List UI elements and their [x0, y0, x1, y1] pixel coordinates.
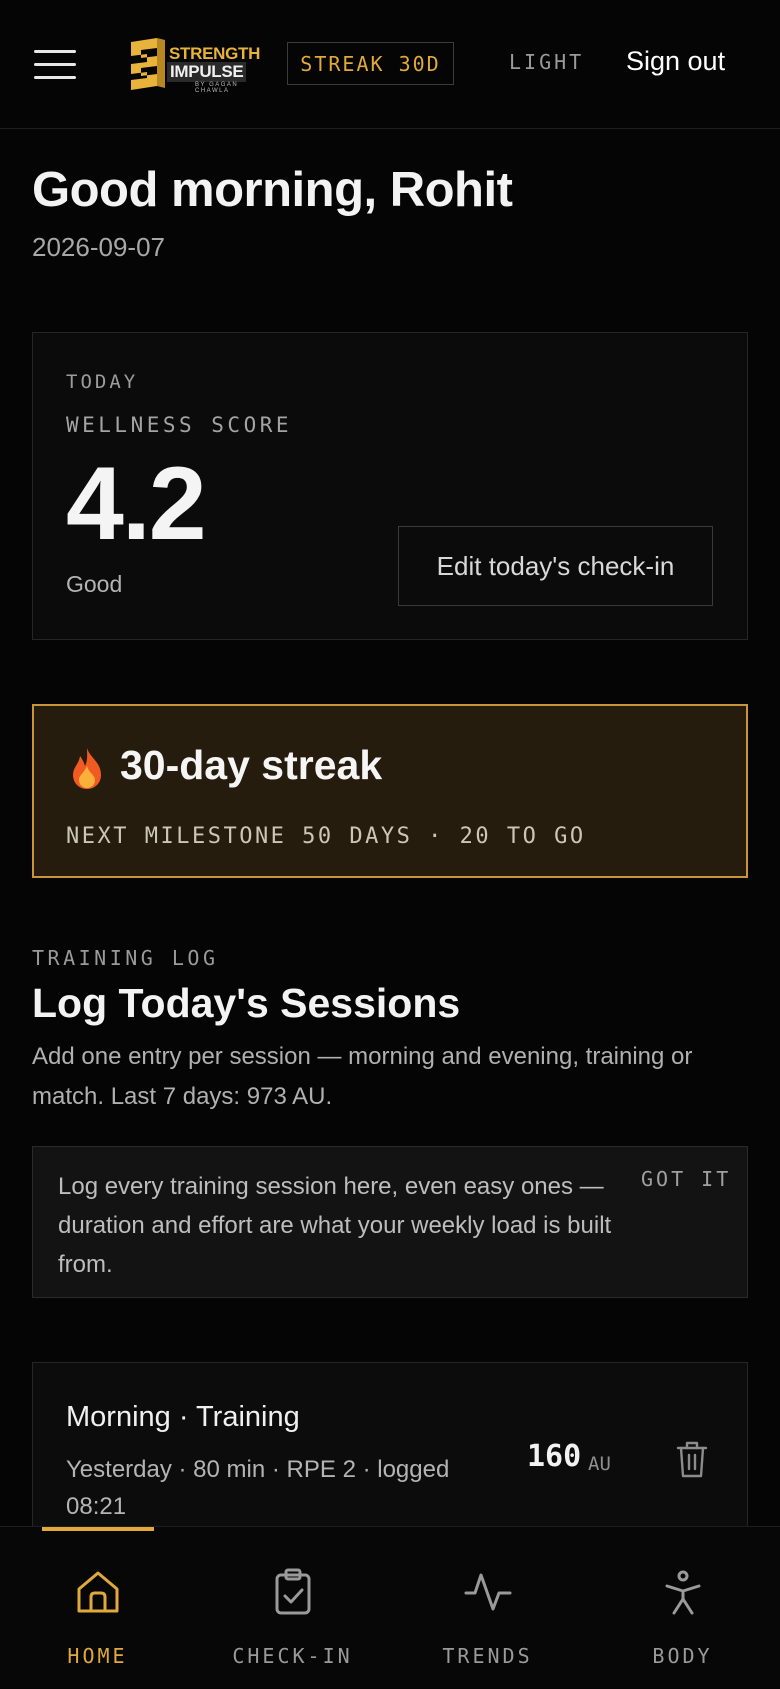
top-bar: STRENGTH IMPULSE BY GAGAN CHAWLA STREAK … — [0, 0, 780, 129]
session-load-unit: AU — [588, 1453, 611, 1475]
streak-badge: STREAK 30D — [287, 42, 454, 85]
active-indicator — [42, 1527, 154, 1531]
wellness-label: WELLNESS SCORE — [66, 413, 293, 437]
wellness-kicker: TODAY — [66, 371, 139, 393]
person-icon — [665, 1570, 701, 1615]
sign-out-link[interactable]: Sign out — [626, 46, 725, 77]
current-date: 2026-09-07 — [32, 232, 165, 262]
theme-toggle[interactable]: LIGHT — [509, 50, 584, 74]
brand-logo[interactable]: STRENGTH IMPULSE BY GAGAN CHAWLA — [127, 34, 263, 94]
training-log-title: Log Today's Sessions — [32, 980, 461, 1026]
trash-icon[interactable] — [675, 1439, 709, 1479]
nav-home-label: HOME — [67, 1644, 128, 1668]
bottom-nav: HOME CHECK-IN TRENDS BODY — [0, 1526, 780, 1688]
nav-home[interactable]: HOME — [0, 1527, 195, 1689]
activity-icon — [464, 1573, 512, 1611]
logo-line-2: IMPULSE — [167, 62, 247, 82]
wellness-card: TODAY WELLNESS SCORE 4.2 Good Edit today… — [32, 332, 748, 640]
nav-check-in-label: CHECK-IN — [232, 1644, 353, 1668]
nav-body-label: BODY — [652, 1644, 713, 1668]
logo-mark-icon — [131, 38, 165, 90]
streak-card: 30-day streak NEXT MILESTONE 50 DAYS · 2… — [32, 704, 748, 878]
streak-next-milestone: NEXT MILESTONE 50 DAYS · 20 TO GO — [66, 824, 586, 849]
menu-icon[interactable] — [34, 50, 76, 82]
tip-text: Log every training session here, even ea… — [58, 1173, 612, 1278]
nav-body[interactable]: BODY — [585, 1527, 780, 1689]
fire-icon — [73, 748, 101, 789]
greeting-title: Good morning, Rohit — [32, 163, 513, 217]
wellness-status: Good — [66, 571, 123, 597]
session-title: Morning · Training — [66, 1401, 300, 1433]
training-log-description: Add one entry per session — morning and … — [32, 1043, 693, 1110]
clipboard-check-icon — [275, 1568, 311, 1615]
streak-title: 30-day streak — [120, 742, 383, 788]
wellness-score: 4.2 — [66, 446, 207, 562]
session-load: 160 — [527, 1439, 582, 1474]
nav-trends[interactable]: TRENDS — [390, 1527, 585, 1689]
session-meta: Yesterday · 80 min · RPE 2 · logged 08:2… — [66, 1456, 450, 1520]
edit-checkin-button[interactable]: Edit today's check-in — [398, 526, 713, 606]
nav-check-in[interactable]: CHECK-IN — [195, 1527, 390, 1689]
training-log-kicker: TRAINING LOG — [32, 946, 219, 970]
nav-trends-label: TRENDS — [442, 1644, 533, 1668]
tip-card: Log every training session here, even ea… — [32, 1146, 748, 1298]
logo-line-1: STRENGTH — [169, 44, 261, 63]
home-icon — [77, 1571, 119, 1613]
dismiss-tip-button[interactable]: GOT IT — [641, 1167, 731, 1191]
logo-line-3: BY GAGAN CHAWLA — [195, 82, 239, 94]
